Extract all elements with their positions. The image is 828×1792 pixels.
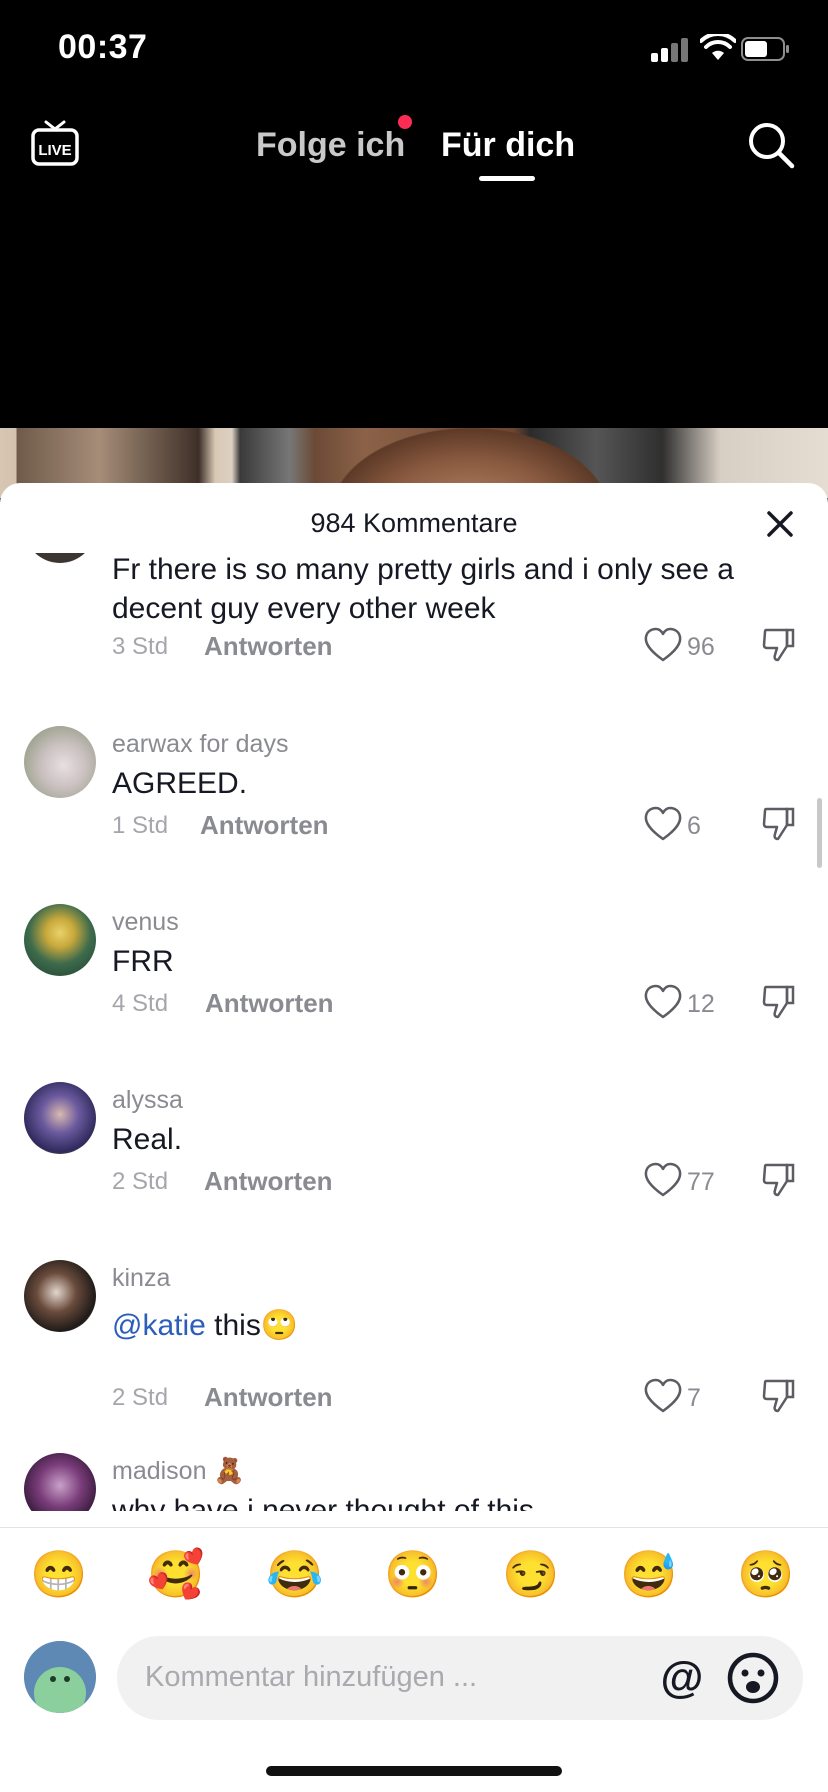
active-tab-indicator — [479, 176, 535, 181]
comment-input-placeholder: Kommentar hinzufügen ... — [145, 1661, 478, 1693]
mention-link[interactable]: @katie — [112, 1309, 206, 1342]
emoji-picker-icon[interactable] — [725, 1650, 781, 1706]
wifi-icon — [700, 34, 736, 60]
cellular-signal-icon — [651, 38, 691, 62]
avatar[interactable] — [24, 1453, 96, 1511]
emoji-button[interactable]: 😳 — [384, 1545, 442, 1603]
heart-icon[interactable] — [643, 984, 683, 1020]
comments-count-title: 984 Kommentare — [310, 508, 518, 538]
status-time: 00:37 — [58, 28, 148, 66]
tab-for-you[interactable]: Für dich — [441, 126, 575, 165]
avatar[interactable] — [24, 904, 96, 976]
comment-time: 2 Std — [112, 1384, 169, 1411]
comment-text: @katie this🙄 — [112, 1306, 772, 1345]
comment-text: Fr there is so many pretty girls and i o… — [112, 553, 734, 625]
dislike-icon[interactable] — [761, 984, 797, 1020]
avatar[interactable] — [24, 1082, 96, 1154]
heart-icon[interactable] — [643, 1378, 683, 1414]
search-icon[interactable] — [746, 120, 796, 170]
emoji-button[interactable]: 😏 — [502, 1545, 560, 1603]
comment-time: 4 Std — [112, 990, 169, 1017]
heart-icon[interactable] — [643, 627, 683, 663]
comment-username[interactable]: earwax for days — [112, 730, 288, 759]
my-avatar[interactable] — [24, 1641, 96, 1713]
dislike-icon[interactable] — [761, 1162, 797, 1198]
battery-icon — [741, 37, 789, 61]
emoji-button[interactable]: 😁 — [30, 1545, 88, 1603]
heart-icon[interactable] — [643, 1162, 683, 1198]
comments-list[interactable]: Fr there is so many pretty girls and i o… — [0, 553, 828, 1511]
comment-time: 1 Std — [112, 812, 169, 839]
comments-header: 984 Kommentare — [0, 483, 828, 563]
mention-button[interactable]: @ — [652, 1648, 712, 1708]
tab-following[interactable]: Folge ich — [256, 126, 405, 165]
like-count: 6 — [687, 812, 701, 840]
comment-text-body: this🙄 — [205, 1309, 299, 1342]
comment-username[interactable]: alyssa — [112, 1086, 183, 1115]
svg-text:LIVE: LIVE — [38, 142, 71, 159]
home-indicator[interactable] — [266, 1766, 562, 1776]
emoji-quick-bar: 😁 🥰 😂 😳 😏 😅 🥺 — [0, 1545, 828, 1615]
comment-time: 3 Std — [112, 633, 169, 660]
emoji-bar-divider — [0, 1527, 828, 1528]
comment-username[interactable]: madison 🧸 — [112, 1457, 245, 1486]
reply-button[interactable]: Antworten — [204, 1166, 333, 1197]
avatar[interactable] — [24, 1260, 96, 1332]
comment-text: AGREED. — [112, 767, 248, 800]
emoji-button[interactable]: 🥺 — [737, 1545, 795, 1603]
avatar[interactable] — [24, 553, 96, 563]
status-bar: 00:37 — [0, 0, 828, 96]
comment-time: 2 Std — [112, 1168, 169, 1195]
avatar[interactable] — [24, 726, 96, 798]
reply-button[interactable]: Antworten — [204, 631, 333, 662]
avatar-character-icon — [24, 1641, 96, 1713]
scrollbar[interactable] — [817, 798, 822, 868]
comment-input[interactable]: Kommentar hinzufügen ... @ — [117, 1636, 803, 1720]
reply-button[interactable]: Antworten — [205, 988, 334, 1019]
like-count: 77 — [687, 1168, 715, 1196]
emoji-button[interactable]: 😂 — [266, 1545, 324, 1603]
dislike-icon[interactable] — [761, 806, 797, 842]
reply-button[interactable]: Antworten — [200, 810, 329, 841]
new-content-dot — [398, 115, 412, 129]
comment-text: FRR — [112, 945, 174, 978]
emoji-button[interactable]: 🥰 — [147, 1545, 205, 1603]
like-count: 96 — [687, 633, 715, 661]
like-count: 7 — [687, 1384, 701, 1412]
top-navigation: LIVE Folge ich Für dich — [0, 96, 828, 206]
heart-icon[interactable] — [643, 806, 683, 842]
emoji-button[interactable]: 😅 — [620, 1545, 678, 1603]
dislike-icon[interactable] — [761, 1378, 797, 1414]
comment-username[interactable]: kinza — [112, 1264, 170, 1293]
reply-button[interactable]: Antworten — [204, 1382, 333, 1413]
like-count: 12 — [687, 990, 715, 1018]
comment-text: Real. — [112, 1123, 183, 1156]
comment-username[interactable]: venus — [112, 908, 179, 937]
live-icon[interactable]: LIVE — [30, 118, 80, 168]
dislike-icon[interactable] — [761, 627, 797, 663]
comment-text: why have i never thought of this — [112, 1494, 534, 1511]
close-icon[interactable] — [764, 508, 796, 540]
